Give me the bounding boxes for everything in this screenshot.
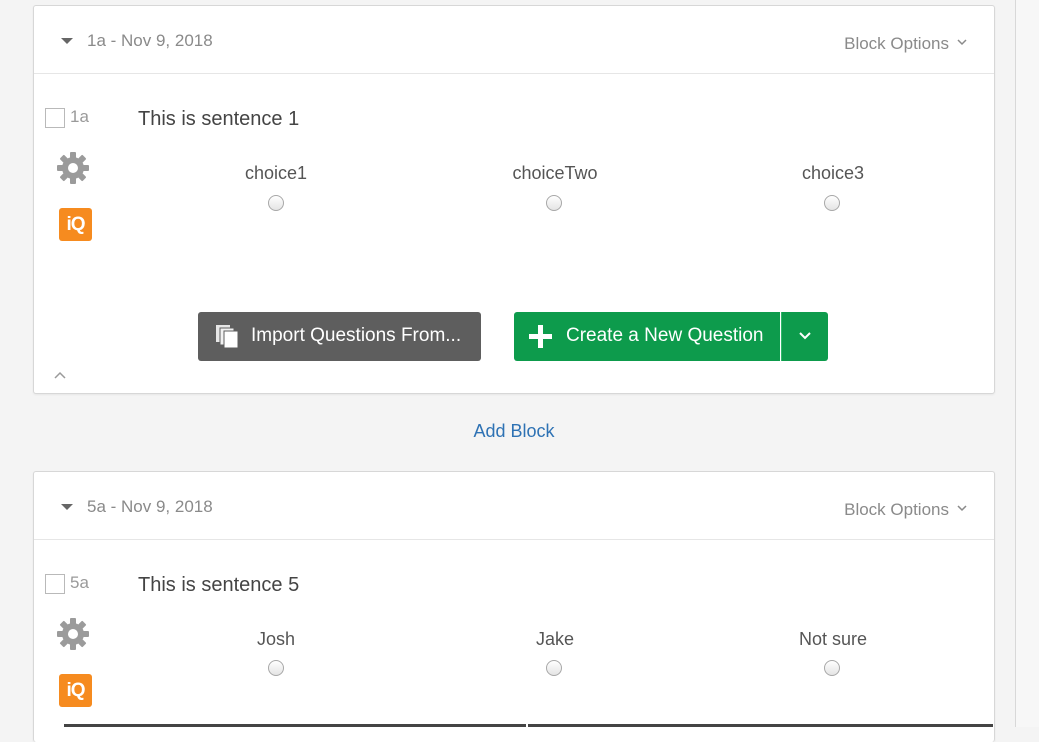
create-question-label: Create a New Question: [566, 325, 764, 346]
survey-block: 5a - Nov 9, 2018 Block Options 5a iQ Thi…: [33, 471, 995, 742]
block-header: 1a - Nov 9, 2018 Block Options: [34, 6, 994, 74]
block-title[interactable]: 5a - Nov 9, 2018: [87, 497, 213, 517]
chevron-down-icon: [957, 497, 967, 517]
choice-radio[interactable]: [824, 195, 840, 211]
block-collapse-caret-icon[interactable]: [61, 38, 73, 44]
choice-radio[interactable]: [268, 660, 284, 676]
chevron-up-icon[interactable]: [54, 366, 66, 384]
import-questions-button[interactable]: Import Questions From...: [198, 312, 481, 361]
question-select-checkbox[interactable]: [45, 574, 65, 594]
block-options-label: Block Options: [844, 500, 949, 519]
question-text[interactable]: This is sentence 1: [138, 108, 299, 131]
chevron-down-icon: [957, 31, 967, 51]
gear-icon[interactable]: [56, 617, 90, 651]
block-options-menu[interactable]: Block Options: [844, 497, 967, 520]
survey-block: 1a - Nov 9, 2018 Block Options 1a iQ Thi…: [33, 5, 995, 394]
question-text[interactable]: This is sentence 5: [138, 574, 299, 597]
block-collapse-caret-icon[interactable]: [61, 504, 73, 510]
block-header: 5a - Nov 9, 2018 Block Options: [34, 472, 994, 540]
create-question-dropdown-button[interactable]: [781, 312, 828, 361]
choice-radio[interactable]: [824, 660, 840, 676]
choice-label: choice3: [801, 163, 865, 183]
question-number: 5a: [70, 573, 89, 592]
create-question-button[interactable]: Create a New Question: [514, 312, 780, 361]
block-options-menu[interactable]: Block Options: [844, 31, 967, 54]
block-title[interactable]: 1a - Nov 9, 2018: [87, 31, 213, 51]
choice-radio[interactable]: [546, 195, 562, 211]
choice-label: choiceTwo: [512, 163, 598, 183]
block-options-label: Block Options: [844, 34, 949, 53]
add-block-link[interactable]: Add Block: [433, 421, 595, 442]
chevron-down-icon: [799, 332, 811, 340]
choice-label: Jake: [535, 629, 575, 649]
import-questions-label: Import Questions From...: [251, 325, 462, 346]
choice-label: choice1: [244, 163, 308, 183]
choice-radio[interactable]: [268, 195, 284, 211]
editor-right-panel: [1016, 0, 1039, 727]
choice-label: Josh: [256, 629, 296, 649]
plus-icon: [529, 325, 552, 348]
gear-icon[interactable]: [56, 151, 90, 185]
iq-icon[interactable]: iQ: [59, 674, 92, 707]
question-number: 1a: [70, 107, 89, 126]
choice-radio[interactable]: [546, 660, 562, 676]
iq-icon[interactable]: iQ: [59, 208, 92, 241]
copy-stack-icon: [216, 325, 239, 349]
question-select-checkbox[interactable]: [45, 108, 65, 128]
choice-label: Not sure: [798, 629, 868, 649]
